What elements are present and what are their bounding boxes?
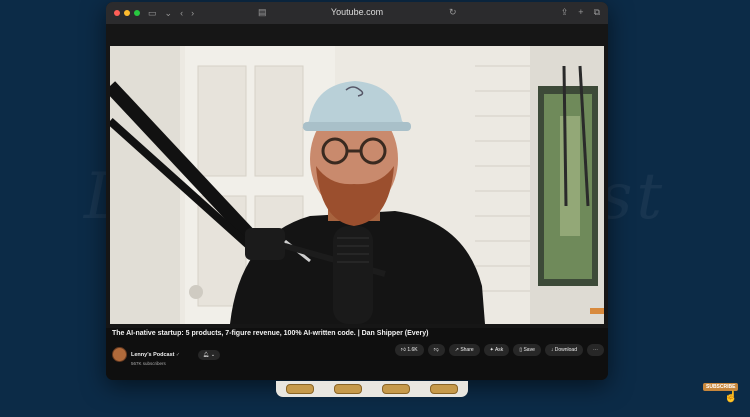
channel-info[interactable]: Lenny's Podcast ✓ 567K subscribers 🔔︎ ⌄ — [112, 343, 221, 366]
like-count: 1.6K — [407, 347, 418, 353]
dislike-button[interactable]: 👎︎ — [427, 344, 445, 356]
download-button[interactable]: ↓ Download — [544, 344, 583, 356]
browser-window: ▭ ⌄ ‹ › ▤ Youtube.com ↻ ⇪ + ⧉ The AI-nat… — [106, 2, 608, 380]
chevron-down-icon: ⌄ — [210, 351, 216, 358]
toolbar-right: ⇪ + ⧉ — [561, 7, 600, 18]
video-frame — [110, 46, 604, 324]
like-button[interactable]: 👍︎ 1.6K — [394, 344, 424, 356]
tabs-icon[interactable]: ⧉ — [594, 7, 600, 18]
channel-name[interactable]: Lenny's Podcast — [131, 352, 175, 358]
share-button[interactable]: ↗ Share — [448, 344, 480, 356]
dock-app-icon — [430, 384, 458, 394]
bell-icon: 🔔︎ — [203, 351, 210, 358]
url-text: Youtube.com — [330, 7, 384, 17]
background-dock — [276, 381, 468, 397]
notification-bell-button[interactable]: 🔔︎ ⌄ — [198, 349, 221, 360]
more-icon: ⋯ — [593, 347, 598, 353]
reader-icon[interactable]: ▤ — [258, 7, 267, 18]
share-label: Share — [460, 347, 474, 353]
ask-button[interactable]: ✦ Ask — [483, 344, 510, 356]
video-title: The AI-native startup: 5 products, 7-fig… — [112, 330, 429, 337]
ask-label: Ask — [494, 347, 504, 353]
download-label: Download — [554, 347, 577, 353]
subscriber-count: 567K subscribers — [131, 361, 166, 366]
address-bar[interactable]: ▤ Youtube.com ↻ — [106, 7, 608, 17]
reload-icon[interactable]: ↻ — [449, 7, 457, 18]
new-tab-icon[interactable]: + — [578, 7, 583, 18]
verified-icon: ✓ — [174, 352, 181, 358]
dock-app-icon — [286, 384, 314, 394]
save-label: Save — [523, 347, 535, 353]
share-icon[interactable]: ⇪ — [561, 7, 569, 18]
more-options-button[interactable]: ⋯ — [587, 344, 604, 356]
channel-text: Lenny's Podcast ✓ 567K subscribers — [131, 343, 180, 366]
channel-avatar[interactable] — [112, 347, 127, 362]
thumbs-down-icon: 👎︎ — [433, 347, 439, 353]
pointer-cursor-icon: ☝ — [724, 391, 738, 403]
video-actions: 👍︎ 1.6K 👎︎ ↗ Share ✦ Ask ▯ Save ↓ Downlo… — [394, 344, 604, 356]
video-meta-bar: The AI-native startup: 5 products, 7-fig… — [106, 328, 608, 380]
dock-app-icon — [382, 384, 410, 394]
save-button[interactable]: ▯ Save — [513, 344, 541, 356]
dock-app-icon — [334, 384, 362, 394]
video-player[interactable] — [110, 46, 604, 324]
browser-toolbar: ▭ ⌄ ‹ › ▤ Youtube.com ↻ ⇪ + ⧉ — [106, 2, 608, 24]
